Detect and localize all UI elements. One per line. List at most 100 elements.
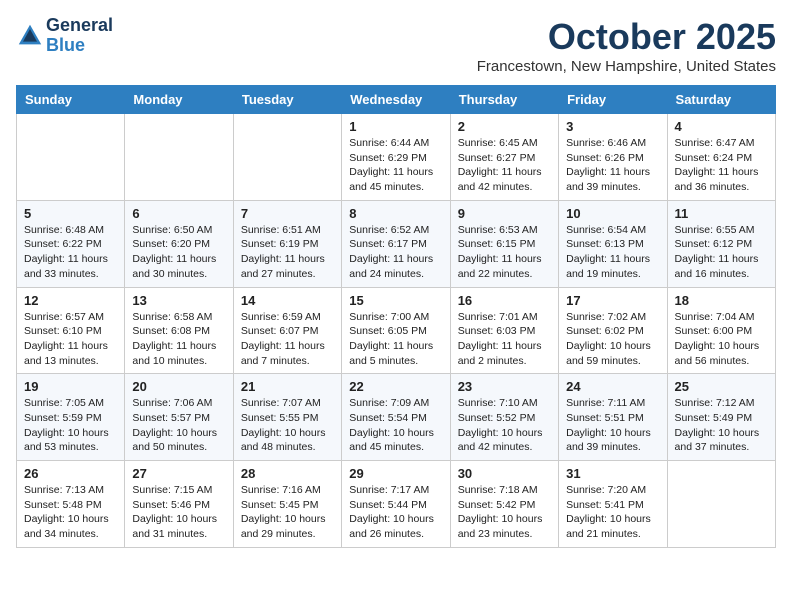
calendar-cell: 29 Sunrise: 7:17 AMSunset: 5:44 PMDayligh… (342, 461, 450, 548)
day-number: 11 (675, 206, 768, 221)
day-number: 20 (132, 379, 225, 394)
calendar-cell: 24 Sunrise: 7:11 AMSunset: 5:51 PMDayligh… (559, 374, 667, 461)
calendar-cell: 26 Sunrise: 7:13 AMSunset: 5:48 PMDayligh… (17, 461, 125, 548)
day-number: 12 (24, 293, 117, 308)
logo-text: General Blue (46, 16, 113, 56)
calendar-cell: 4 Sunrise: 6:47 AMSunset: 6:24 PMDaylight… (667, 114, 775, 201)
day-info: Sunrise: 7:07 AMSunset: 5:55 PMDaylight:… (241, 396, 334, 455)
logo: General Blue (16, 16, 113, 56)
day-number: 8 (349, 206, 442, 221)
month-title: October 2025 (477, 16, 776, 58)
calendar-cell: 7 Sunrise: 6:51 AMSunset: 6:19 PMDaylight… (233, 200, 341, 287)
day-header-sunday: Sunday (17, 86, 125, 114)
calendar-cell: 10 Sunrise: 6:54 AMSunset: 6:13 PMDayligh… (559, 200, 667, 287)
calendar-cell (17, 114, 125, 201)
day-number: 17 (566, 293, 659, 308)
calendar-cell (667, 461, 775, 548)
calendar-cell: 30 Sunrise: 7:18 AMSunset: 5:42 PMDayligh… (450, 461, 558, 548)
day-info: Sunrise: 7:12 AMSunset: 5:49 PMDaylight:… (675, 396, 768, 455)
day-number: 6 (132, 206, 225, 221)
day-info: Sunrise: 7:04 AMSunset: 6:00 PMDaylight:… (675, 310, 768, 369)
day-number: 29 (349, 466, 442, 481)
day-info: Sunrise: 6:54 AMSunset: 6:13 PMDaylight:… (566, 223, 659, 282)
day-header-friday: Friday (559, 86, 667, 114)
day-info: Sunrise: 7:06 AMSunset: 5:57 PMDaylight:… (132, 396, 225, 455)
calendar-cell: 13 Sunrise: 6:58 AMSunset: 6:08 PMDayligh… (125, 287, 233, 374)
calendar-cell: 31 Sunrise: 7:20 AMSunset: 5:41 PMDayligh… (559, 461, 667, 548)
day-info: Sunrise: 6:44 AMSunset: 6:29 PMDaylight:… (349, 136, 442, 195)
day-info: Sunrise: 6:47 AMSunset: 6:24 PMDaylight:… (675, 136, 768, 195)
day-number: 3 (566, 119, 659, 134)
day-info: Sunrise: 6:58 AMSunset: 6:08 PMDaylight:… (132, 310, 225, 369)
day-number: 15 (349, 293, 442, 308)
day-number: 4 (675, 119, 768, 134)
day-info: Sunrise: 7:10 AMSunset: 5:52 PMDaylight:… (458, 396, 551, 455)
title-area: October 2025 Francestown, New Hampshire,… (477, 16, 776, 75)
calendar-cell: 19 Sunrise: 7:05 AMSunset: 5:59 PMDayligh… (17, 374, 125, 461)
day-number: 31 (566, 466, 659, 481)
calendar-cell: 5 Sunrise: 6:48 AMSunset: 6:22 PMDaylight… (17, 200, 125, 287)
calendar-cell (233, 114, 341, 201)
day-number: 25 (675, 379, 768, 394)
day-info: Sunrise: 7:18 AMSunset: 5:42 PMDaylight:… (458, 483, 551, 542)
day-number: 19 (24, 379, 117, 394)
day-info: Sunrise: 7:13 AMSunset: 5:48 PMDaylight:… (24, 483, 117, 542)
day-number: 14 (241, 293, 334, 308)
calendar-cell: 6Sunrise: 6:50 AMSunset: 6:20 PMDaylight… (125, 200, 233, 287)
day-info: Sunrise: 6:48 AMSunset: 6:22 PMDaylight:… (24, 223, 117, 282)
day-info: Sunrise: 7:01 AMSunset: 6:03 PMDaylight:… (458, 310, 551, 369)
day-info: Sunrise: 7:09 AMSunset: 5:54 PMDaylight:… (349, 396, 442, 455)
day-info: Sunrise: 6:51 AMSunset: 6:19 PMDaylight:… (241, 223, 334, 282)
day-info: Sunrise: 7:11 AMSunset: 5:51 PMDaylight:… (566, 396, 659, 455)
calendar-cell: 17 Sunrise: 7:02 AMSunset: 6:02 PMDayligh… (559, 287, 667, 374)
logo-icon (16, 22, 44, 50)
day-number: 28 (241, 466, 334, 481)
day-number: 2 (458, 119, 551, 134)
calendar: SundayMondayTuesdayWednesdayThursdayFrid… (16, 85, 776, 548)
day-number: 1 (349, 119, 442, 134)
day-header-tuesday: Tuesday (233, 86, 341, 114)
day-number: 26 (24, 466, 117, 481)
day-number: 10 (566, 206, 659, 221)
day-info: Sunrise: 6:59 AMSunset: 6:07 PMDaylight:… (241, 310, 334, 369)
calendar-cell: 23Sunrise: 7:10 AMSunset: 5:52 PMDayligh… (450, 374, 558, 461)
day-number: 27 (132, 466, 225, 481)
logo-line2: Blue (46, 35, 85, 55)
day-header-monday: Monday (125, 86, 233, 114)
calendar-cell: 18Sunrise: 7:04 AMSunset: 6:00 PMDayligh… (667, 287, 775, 374)
day-header-thursday: Thursday (450, 86, 558, 114)
day-number: 5 (24, 206, 117, 221)
calendar-cell: 12 Sunrise: 6:57 AMSunset: 6:10 PMDayligh… (17, 287, 125, 374)
calendar-cell: 14 Sunrise: 6:59 AMSunset: 6:07 PMDayligh… (233, 287, 341, 374)
day-info: Sunrise: 6:57 AMSunset: 6:10 PMDaylight:… (24, 310, 117, 369)
day-header-saturday: Saturday (667, 86, 775, 114)
calendar-cell: 16Sunrise: 7:01 AMSunset: 6:03 PMDayligh… (450, 287, 558, 374)
calendar-cell: 28 Sunrise: 7:16 AMSunset: 5:45 PMDayligh… (233, 461, 341, 548)
calendar-cell (125, 114, 233, 201)
day-info: Sunrise: 7:00 AMSunset: 6:05 PMDaylight:… (349, 310, 442, 369)
day-header-wednesday: Wednesday (342, 86, 450, 114)
day-number: 24 (566, 379, 659, 394)
page-header: General Blue October 2025 Francestown, N… (16, 16, 776, 75)
day-info: Sunrise: 7:20 AMSunset: 5:41 PMDaylight:… (566, 483, 659, 542)
day-info: Sunrise: 7:05 AMSunset: 5:59 PMDaylight:… (24, 396, 117, 455)
day-number: 7 (241, 206, 334, 221)
day-info: Sunrise: 6:45 AMSunset: 6:27 PMDaylight:… (458, 136, 551, 195)
calendar-cell: 9Sunrise: 6:53 AMSunset: 6:15 PMDaylight… (450, 200, 558, 287)
day-number: 21 (241, 379, 334, 394)
day-number: 22 (349, 379, 442, 394)
day-info: Sunrise: 7:17 AMSunset: 5:44 PMDaylight:… (349, 483, 442, 542)
calendar-cell: 2 Sunrise: 6:45 AMSunset: 6:27 PMDaylight… (450, 114, 558, 201)
calendar-cell: 20 Sunrise: 7:06 AMSunset: 5:57 PMDayligh… (125, 374, 233, 461)
calendar-cell: 1 Sunrise: 6:44 AMSunset: 6:29 PMDaylight… (342, 114, 450, 201)
day-number: 9 (458, 206, 551, 221)
day-number: 13 (132, 293, 225, 308)
day-info: Sunrise: 7:02 AMSunset: 6:02 PMDaylight:… (566, 310, 659, 369)
calendar-cell: 22 Sunrise: 7:09 AMSunset: 5:54 PMDayligh… (342, 374, 450, 461)
day-info: Sunrise: 6:52 AMSunset: 6:17 PMDaylight:… (349, 223, 442, 282)
day-info: Sunrise: 7:16 AMSunset: 5:45 PMDaylight:… (241, 483, 334, 542)
day-number: 30 (458, 466, 551, 481)
day-info: Sunrise: 6:46 AMSunset: 6:26 PMDaylight:… (566, 136, 659, 195)
calendar-cell: 15 Sunrise: 7:00 AMSunset: 6:05 PMDayligh… (342, 287, 450, 374)
day-info: Sunrise: 6:55 AMSunset: 6:12 PMDaylight:… (675, 223, 768, 282)
